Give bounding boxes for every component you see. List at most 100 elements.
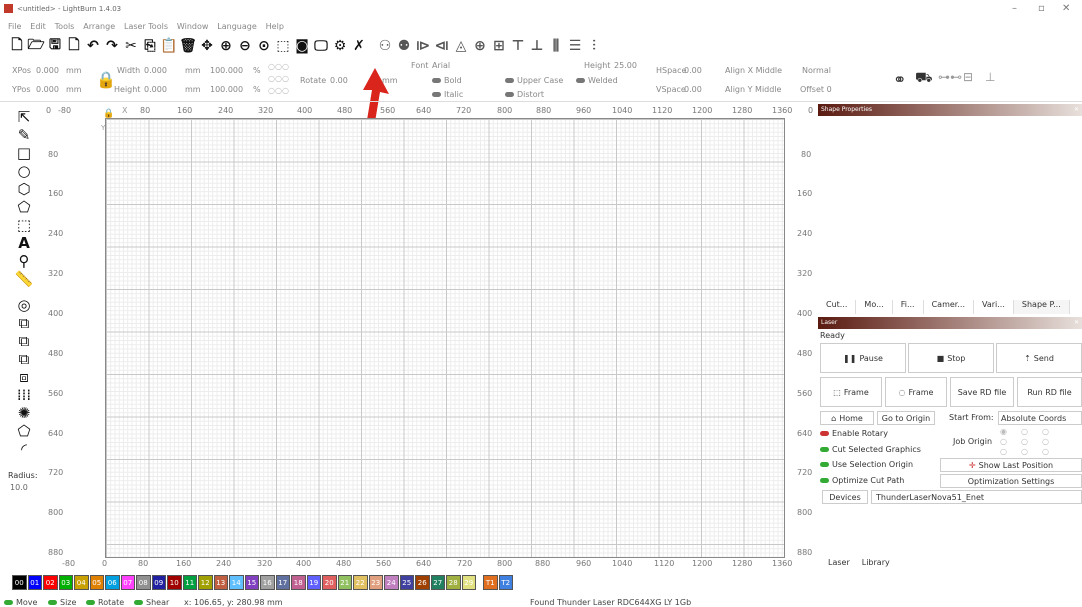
- align-top-icon[interactable]: ⊤: [509, 37, 527, 55]
- tab-camera[interactable]: Camer...: [924, 300, 974, 314]
- tab-laser[interactable]: Laser: [828, 558, 850, 572]
- palette-swatch[interactable]: 07: [120, 575, 135, 590]
- home-button[interactable]: ⌂ Home: [820, 411, 874, 425]
- run-rd-button[interactable]: Run RD file: [1017, 377, 1082, 407]
- palette-swatch[interactable]: 06: [105, 575, 120, 590]
- menu-language[interactable]: Language: [217, 22, 256, 31]
- workspace-canvas[interactable]: [105, 118, 785, 558]
- tab-file[interactable]: Fi...: [893, 300, 924, 314]
- palette-swatch[interactable]: 23: [368, 575, 383, 590]
- palette-swatch[interactable]: 27: [430, 575, 445, 590]
- preview-icon[interactable]: ⚭: [893, 70, 906, 89]
- height-percent-field[interactable]: 100.000: [210, 85, 243, 94]
- distort-toggle[interactable]: Distort: [505, 90, 544, 99]
- paste-icon[interactable]: 📋: [160, 37, 178, 55]
- distribute-v-icon[interactable]: ☰: [566, 37, 584, 55]
- radius-field[interactable]: 10.0: [10, 483, 28, 492]
- palette-swatch[interactable]: 15: [244, 575, 259, 590]
- zoom-fit-icon[interactable]: ⊙: [255, 37, 273, 55]
- ypos-field[interactable]: 0.000: [36, 85, 59, 94]
- laser-truck-icon[interactable]: ⛟: [915, 70, 933, 88]
- palette-swatch[interactable]: 09: [151, 575, 166, 590]
- save-icon[interactable]: 🖫: [46, 37, 64, 55]
- tab-cuts[interactable]: Cut...: [818, 300, 857, 314]
- edit-nodes-pen-icon[interactable]: ✎: [10, 126, 38, 144]
- frame-circle-button[interactable]: ◌ Frame: [885, 377, 947, 407]
- settings-gear-icon[interactable]: ⚙: [331, 37, 349, 55]
- new-file-icon[interactable]: 🗋: [8, 37, 26, 55]
- camera-icon[interactable]: ◙: [293, 37, 311, 55]
- tab-library[interactable]: Library: [862, 558, 890, 572]
- show-last-position-button[interactable]: ✛ Show Last Position: [940, 458, 1082, 472]
- rotate-field[interactable]: 0.00: [330, 76, 348, 85]
- menu-edit[interactable]: Edit: [30, 22, 46, 31]
- menu-tools[interactable]: Tools: [55, 22, 75, 31]
- delete-icon[interactable]: 🗑: [179, 37, 197, 55]
- welded-toggle[interactable]: Welded: [576, 76, 618, 85]
- shear-toggle[interactable]: Shear: [134, 598, 169, 607]
- zoom-frame-icon[interactable]: ⬚: [274, 37, 292, 55]
- height-field[interactable]: 0.000: [144, 85, 167, 94]
- tab-shape-properties[interactable]: Shape P...: [1013, 300, 1070, 314]
- optimize-cut-checkbox[interactable]: Optimize Cut Path: [820, 476, 904, 485]
- group-icon[interactable]: ⚇: [376, 37, 394, 55]
- move-toggle[interactable]: Move: [4, 598, 37, 607]
- font-height-field[interactable]: 25.00: [614, 61, 637, 70]
- minimize-button[interactable]: –: [1012, 3, 1017, 14]
- job-origin-radio-grid[interactable]: ◉○○ ○○○ ○○○: [1000, 427, 1063, 457]
- align-center-icon[interactable]: ⊕: [471, 37, 489, 55]
- boolean-union-icon[interactable]: ⧉: [10, 314, 38, 332]
- bold-toggle[interactable]: Bold: [432, 76, 462, 85]
- device-settings-wrench-icon[interactable]: ✗: [350, 37, 368, 55]
- align-bottom-icon[interactable]: ⊥: [528, 37, 546, 55]
- text-tool-icon[interactable]: A: [10, 234, 38, 252]
- rounded-corners-icon[interactable]: ◜: [10, 440, 38, 458]
- anchor-grid-bottom-icon[interactable]: ○○○: [268, 86, 289, 95]
- node-edit-icon[interactable]: ⊶⊷: [938, 70, 962, 84]
- palette-swatch[interactable]: 05: [89, 575, 104, 590]
- open-folder-icon[interactable]: 🗁: [27, 37, 45, 55]
- cut-selected-checkbox[interactable]: Cut Selected Graphics: [820, 445, 921, 454]
- palette-swatch[interactable]: 25: [399, 575, 414, 590]
- text-mode-select[interactable]: Normal: [802, 66, 831, 75]
- palette-swatch[interactable]: 16: [260, 575, 275, 590]
- palette-swatch[interactable]: 28: [446, 575, 461, 590]
- position-marker-icon[interactable]: ⚲: [10, 252, 38, 270]
- menu-file[interactable]: File: [8, 22, 21, 31]
- distribute-h-icon[interactable]: ⫼: [547, 37, 565, 55]
- width-percent-field[interactable]: 100.000: [210, 66, 243, 75]
- circular-array-icon[interactable]: ✺: [10, 404, 38, 422]
- rectangle-icon[interactable]: □: [10, 144, 38, 162]
- zoom-in-icon[interactable]: ⊕: [217, 37, 235, 55]
- vspace-field[interactable]: 0.00: [684, 85, 702, 94]
- optimization-settings-button[interactable]: Optimization Settings: [940, 474, 1082, 488]
- flip-horizontal-icon[interactable]: ⧐: [414, 37, 432, 55]
- palette-swatch[interactable]: 08: [136, 575, 151, 590]
- menu-help[interactable]: Help: [266, 22, 284, 31]
- rotate-toggle[interactable]: Rotate: [86, 598, 124, 607]
- select-arrow-icon[interactable]: ⇱: [10, 108, 38, 126]
- panel-close-icon[interactable]: ✕: [1074, 319, 1079, 327]
- palette-swatch[interactable]: 04: [74, 575, 89, 590]
- go-to-origin-button[interactable]: Go to Origin: [877, 411, 935, 425]
- align-x-select[interactable]: Align X Middle: [725, 66, 782, 75]
- offset-shapes-icon[interactable]: ◎: [10, 296, 38, 314]
- lock-ratio-icon[interactable]: 🔒: [96, 70, 116, 89]
- palette-swatch[interactable]: 26: [415, 575, 430, 590]
- width-field[interactable]: 0.000: [144, 66, 167, 75]
- device-select[interactable]: ThunderLaserNova51_Enet: [871, 490, 1082, 504]
- pentagon-icon[interactable]: ⬠: [10, 198, 38, 216]
- dock-panel-icon[interactable]: ⊟: [963, 70, 973, 84]
- xpos-field[interactable]: 0.000: [36, 66, 59, 75]
- palette-swatch[interactable]: 13: [213, 575, 228, 590]
- close-button[interactable]: ✕: [1062, 3, 1070, 14]
- polygon-icon[interactable]: ⬡: [10, 180, 38, 198]
- palette-swatch[interactable]: 14: [229, 575, 244, 590]
- save-rd-button[interactable]: Save RD file: [950, 377, 1014, 407]
- ungroup-icon[interactable]: ⚉: [395, 37, 413, 55]
- palette-swatch[interactable]: 00: [12, 575, 27, 590]
- font-select[interactable]: Arial: [432, 61, 450, 70]
- enable-rotary-checkbox[interactable]: Enable Rotary: [820, 429, 888, 438]
- send-button[interactable]: ⇡ Send: [996, 343, 1082, 373]
- palette-swatch[interactable]: 29: [461, 575, 476, 590]
